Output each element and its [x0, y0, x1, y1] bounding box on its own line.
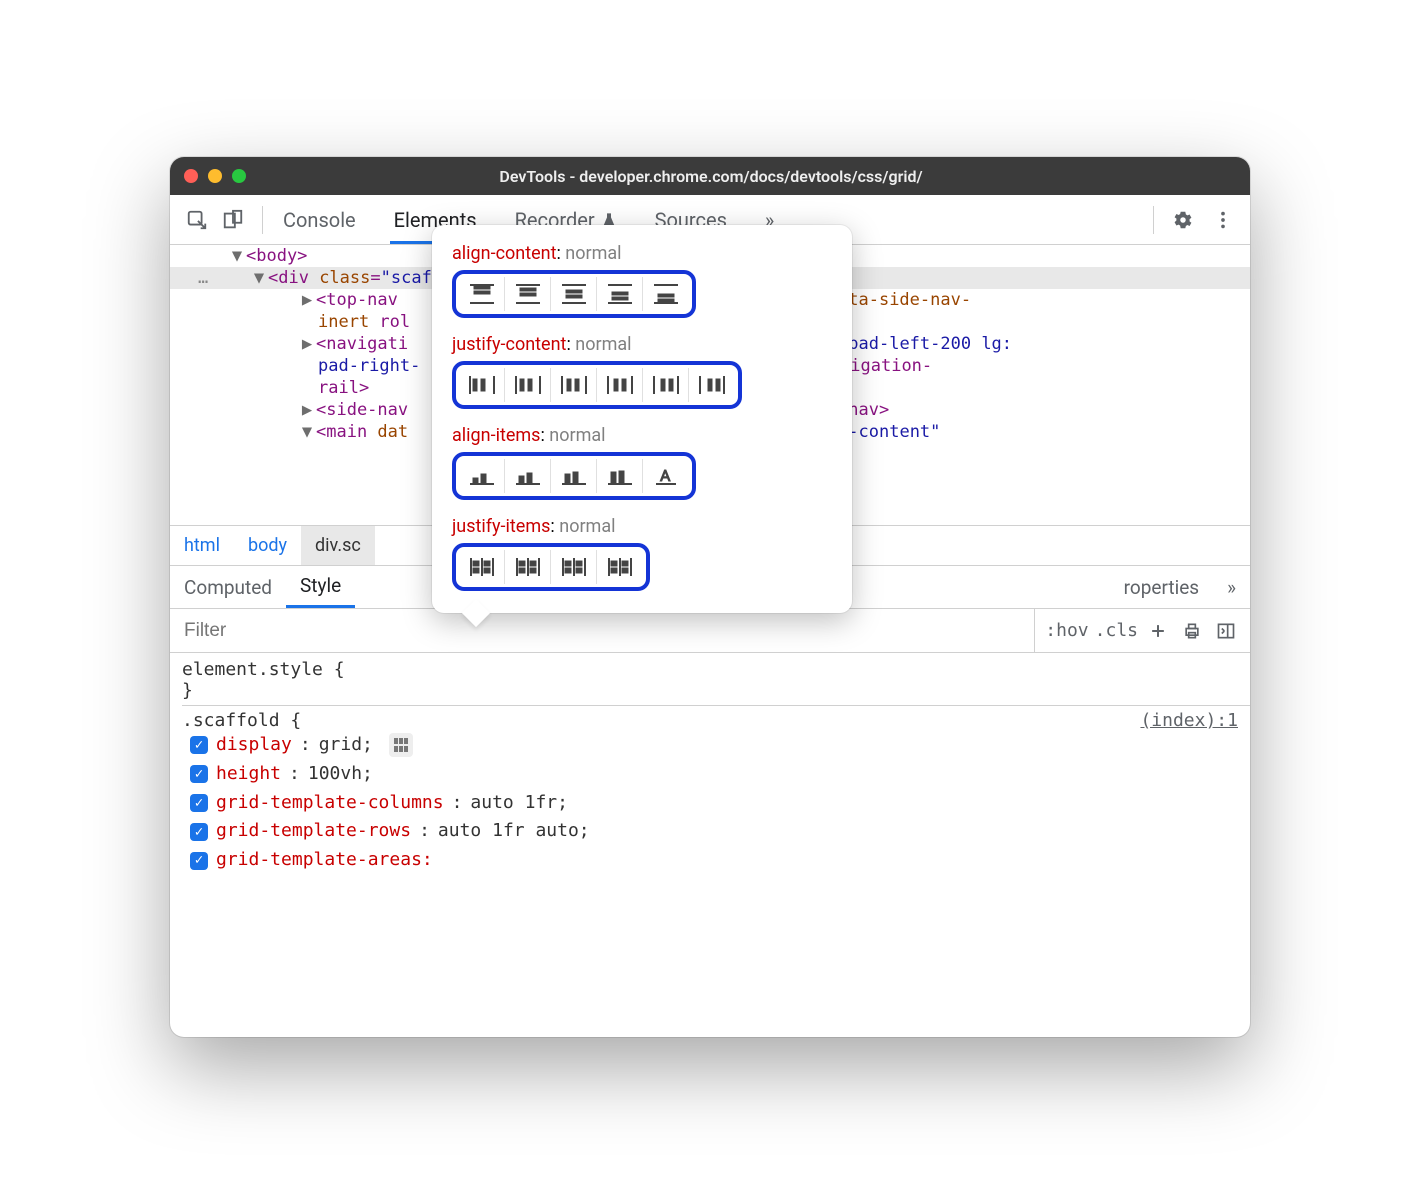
grid-editor-option-icon[interactable]	[505, 277, 551, 311]
separator	[1153, 206, 1154, 234]
property-checkbox[interactable]: ✓	[190, 794, 208, 812]
print-icon[interactable]	[1178, 617, 1206, 645]
property-checkbox[interactable]: ✓	[190, 736, 208, 754]
toggle-sidebar-icon[interactable]	[1212, 617, 1240, 645]
grid-editor-icon[interactable]	[389, 733, 413, 757]
grid-editor-option-icon[interactable]	[551, 550, 597, 584]
property-name[interactable]: grid-template-columns	[216, 789, 444, 818]
grid-editor-option-icon[interactable]	[459, 277, 505, 311]
kebab-menu-icon[interactable]	[1210, 207, 1236, 233]
css-property-row[interactable]: ✓display: grid;	[182, 731, 1250, 760]
property-name[interactable]: grid-template-rows	[216, 817, 411, 846]
grid-editor-option-icon[interactable]	[643, 277, 689, 311]
css-property-row[interactable]: ✓height: 100vh;	[182, 760, 1250, 789]
grid-editor-property-label: align-items: normal	[452, 425, 832, 446]
subtab-properties[interactable]: roperties	[1110, 566, 1213, 608]
grid-editor-row: align-items: normal A	[452, 425, 832, 500]
separator	[262, 206, 263, 234]
grid-editor-option-icon[interactable]	[505, 368, 551, 402]
titlebar: DevTools - developer.chrome.com/docs/dev…	[170, 157, 1250, 195]
hov-toggle[interactable]: :hov	[1045, 620, 1088, 641]
grid-editor-option-icon[interactable]	[551, 368, 597, 402]
css-property-row[interactable]: ✓grid-template-rows: auto 1fr auto;	[182, 817, 1250, 846]
grid-editor-option-icon[interactable]	[597, 368, 643, 402]
grid-editor-option-icon[interactable]	[505, 550, 551, 584]
grid-editor-option-icon[interactable]	[459, 368, 505, 402]
tab-console[interactable]: Console	[279, 196, 360, 244]
svg-text:A: A	[660, 466, 671, 485]
grid-editor-option-icon[interactable]	[597, 550, 643, 584]
grid-editor-row: justify-content: normal	[452, 334, 832, 409]
grid-editor-option-icon[interactable]: A	[643, 459, 689, 493]
element-style-rule[interactable]: element.style {	[182, 659, 1250, 680]
grid-editor-option-icon[interactable]	[597, 277, 643, 311]
grid-editor-icon-strip	[452, 543, 650, 591]
grid-editor-option-icon[interactable]	[689, 368, 735, 402]
grid-editor-option-icon[interactable]	[551, 277, 597, 311]
grid-editor-option-icon[interactable]	[459, 550, 505, 584]
grid-editor-popup: align-content: normal justify-content: no…	[432, 225, 852, 613]
grid-editor-icon-strip	[452, 361, 742, 409]
property-value[interactable]: auto 1fr auto;	[438, 817, 590, 846]
grid-editor-row: justify-items: normal	[452, 516, 832, 591]
settings-gear-icon[interactable]	[1170, 207, 1196, 233]
window-title: DevTools - developer.chrome.com/docs/dev…	[186, 167, 1236, 186]
inspect-element-icon[interactable]	[184, 207, 210, 233]
property-value[interactable]: 100vh;	[308, 760, 373, 789]
property-name[interactable]: grid-template-areas:	[216, 846, 433, 875]
css-property-row[interactable]: ✓grid-template-columns: auto 1fr;	[182, 789, 1250, 818]
new-style-rule-icon[interactable]	[1144, 617, 1172, 645]
rule-selector[interactable]: .scaffold {	[182, 710, 1250, 731]
grid-editor-row: align-content: normal	[452, 243, 832, 318]
cls-toggle[interactable]: .cls	[1095, 620, 1138, 641]
device-toggle-icon[interactable]	[220, 207, 246, 233]
subtabs-overflow[interactable]: »	[1213, 566, 1250, 608]
styles-pane: element.style { } (index):1 .scaffold { …	[170, 653, 1250, 1037]
property-checkbox[interactable]: ✓	[190, 852, 208, 870]
grid-editor-icon-strip	[452, 270, 696, 318]
grid-editor-option-icon[interactable]	[597, 459, 643, 493]
devtools-window: DevTools - developer.chrome.com/docs/dev…	[170, 157, 1250, 1037]
styles-filter-input[interactable]	[170, 609, 1035, 652]
property-checkbox[interactable]: ✓	[190, 765, 208, 783]
grid-editor-property-label: align-content: normal	[452, 243, 832, 264]
property-checkbox[interactable]: ✓	[190, 823, 208, 841]
property-value[interactable]: grid;	[319, 731, 373, 760]
property-name[interactable]: display	[216, 731, 292, 760]
stylesheet-link[interactable]: (index):1	[1140, 710, 1250, 731]
crumb-html[interactable]: html	[170, 526, 234, 565]
grid-editor-option-icon[interactable]	[643, 368, 689, 402]
crumb-body[interactable]: body	[234, 526, 301, 565]
subtab-computed[interactable]: Computed	[170, 566, 286, 608]
grid-editor-icon-strip: A	[452, 452, 696, 500]
grid-editor-option-icon[interactable]	[505, 459, 551, 493]
subtab-styles[interactable]: Style	[286, 566, 355, 608]
grid-editor-property-label: justify-items: normal	[452, 516, 832, 537]
grid-editor-option-icon[interactable]	[459, 459, 505, 493]
styles-filter-row: :hov .cls	[170, 609, 1250, 653]
grid-editor-property-label: justify-content: normal	[452, 334, 832, 355]
property-name[interactable]: height	[216, 760, 281, 789]
property-value[interactable]: auto 1fr;	[470, 789, 568, 818]
crumb-div-scaffold[interactable]: div.sc	[301, 526, 375, 565]
grid-editor-option-icon[interactable]	[551, 459, 597, 493]
css-property-row[interactable]: ✓ grid-template-areas:	[182, 846, 1250, 875]
